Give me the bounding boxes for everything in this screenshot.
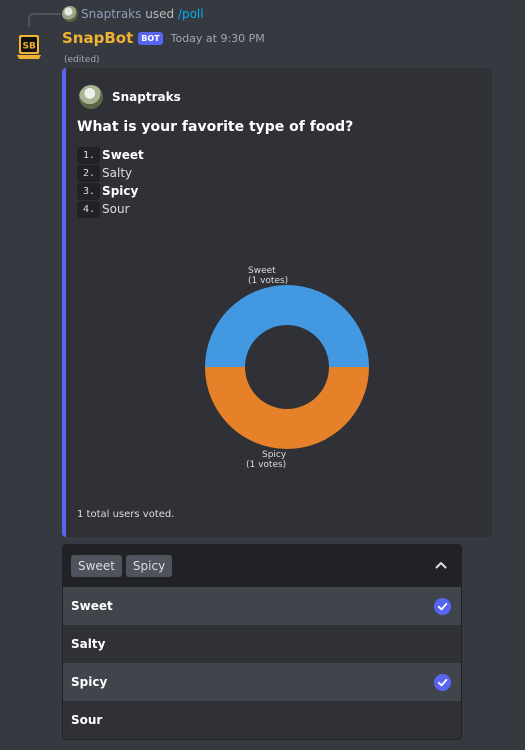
option-label: Spicy [71, 675, 108, 689]
author-name[interactable]: SnapBot [62, 29, 133, 47]
select-option-sweet[interactable]: Sweet [63, 587, 461, 625]
selected-chip[interactable]: Spicy [125, 555, 173, 577]
timestamp[interactable]: Today at 9:30 PM [171, 32, 265, 45]
edited-label: (edited) [64, 55, 100, 65]
donut-slice-spicy [205, 367, 369, 449]
bot-tag: BOT [138, 31, 163, 45]
slice-label: Sweet [248, 266, 276, 276]
select-option-sour[interactable]: Sour [63, 701, 461, 739]
slice-annotation: (1 votes) [246, 460, 286, 470]
poll-results-chart: Sweet(1 votes)Spicy(1 votes) [205, 266, 369, 470]
poll-select-menu[interactable]: Sweet Spicy Sweet Salty Spicy Sour [62, 544, 462, 740]
option-label: Salty [71, 637, 106, 651]
reply-connector [28, 13, 61, 27]
select-header[interactable]: Sweet Spicy [63, 545, 461, 587]
reply-used-text: used [145, 7, 175, 21]
donut-slice-sweet [205, 285, 369, 367]
selected-chip[interactable]: Sweet [71, 555, 122, 577]
select-option-salty[interactable]: Salty [63, 625, 461, 663]
option-label: Sour [71, 713, 103, 727]
bot-avatar[interactable]: SB [14, 31, 44, 61]
reply-context: Snaptraks used /poll [81, 7, 204, 21]
chat-message: Snaptraks used /poll SB SnapBot BOT Toda… [0, 0, 525, 750]
checkmark-icon [434, 598, 451, 615]
reply-command[interactable]: /poll [178, 7, 204, 21]
reply-username[interactable]: Snaptraks [81, 7, 141, 21]
slice-annotation: (1 votes) [248, 276, 288, 286]
select-option-spicy[interactable]: Spicy [63, 663, 461, 701]
option-label: Sweet [71, 599, 113, 613]
checkmark-icon [434, 674, 451, 691]
reply-user-avatar[interactable] [62, 6, 78, 22]
message-header: SnapBot BOT Today at 9:30 PM [62, 28, 265, 48]
poll-embed: Snaptraks What is your favorite type of … [62, 68, 492, 537]
chevron-up-icon[interactable] [435, 560, 447, 570]
svg-text:SB: SB [23, 42, 36, 52]
vote-count: 1 total users voted. [77, 509, 175, 520]
slice-label: Spicy [262, 450, 287, 460]
